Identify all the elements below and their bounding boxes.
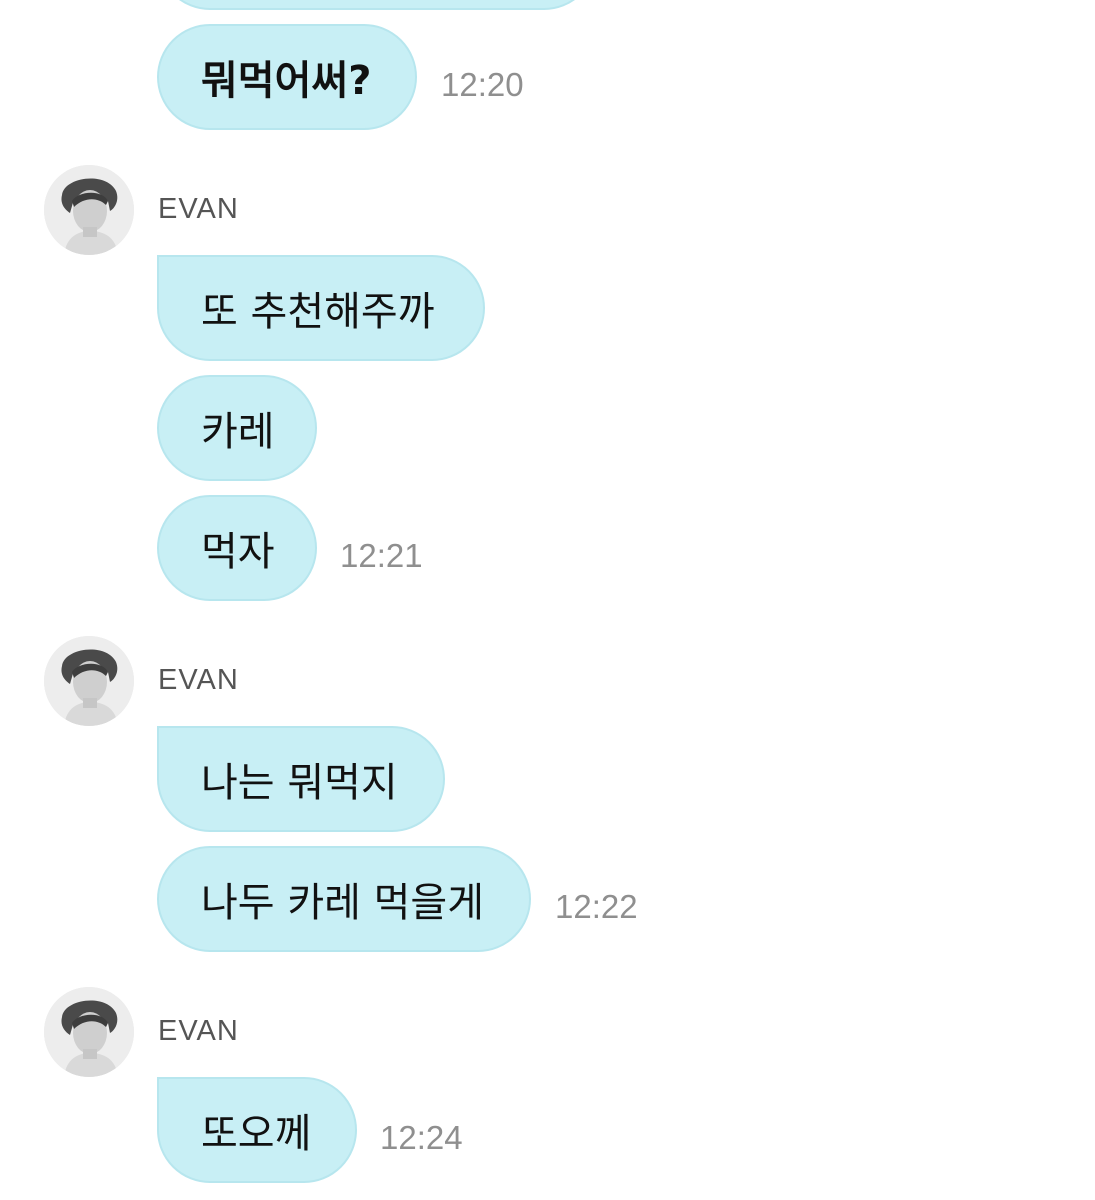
message-text: 먹자 <box>201 529 275 575</box>
avatar[interactable] <box>44 165 134 255</box>
avatar[interactable] <box>44 636 134 726</box>
message-timestamp: 12:21 <box>340 537 423 574</box>
message-bubble[interactable]: 나는 뭐먹지 <box>157 726 445 832</box>
message-timestamp: 12:24 <box>380 1119 463 1156</box>
message-bubble[interactable]: 나두 카레 먹을게 <box>157 846 531 952</box>
message-bubble[interactable]: 카레 <box>157 375 317 481</box>
sender-name: EVAN <box>158 664 239 696</box>
message-timestamp: 12:22 <box>555 888 638 925</box>
message-text: 카레 <box>201 409 275 455</box>
profile-photo-icon <box>44 165 134 255</box>
sender-name: EVAN <box>158 1015 239 1047</box>
message-bubble-partial[interactable] <box>157 0 597 10</box>
message-text: 또오께 <box>201 1111 312 1157</box>
message-bubble[interactable]: 먹자 <box>157 495 317 601</box>
message-bubble[interactable]: 또 추천해주까 <box>157 255 485 361</box>
message-text: 나두 카레 먹을게 <box>201 880 485 926</box>
profile-photo-icon <box>44 987 134 1077</box>
message-bubble[interactable]: 뭐먹어써? <box>157 24 417 130</box>
message-text: 뭐먹어써? <box>201 58 372 104</box>
message-timestamp: 12:20 <box>441 66 524 103</box>
sender-name: EVAN <box>158 193 239 225</box>
profile-photo-icon <box>44 636 134 726</box>
avatar[interactable] <box>44 987 134 1077</box>
message-bubble[interactable]: 또오께 <box>157 1077 357 1183</box>
message-text: 나는 뭐먹지 <box>201 760 398 806</box>
message-text: 또 추천해주까 <box>201 289 435 335</box>
